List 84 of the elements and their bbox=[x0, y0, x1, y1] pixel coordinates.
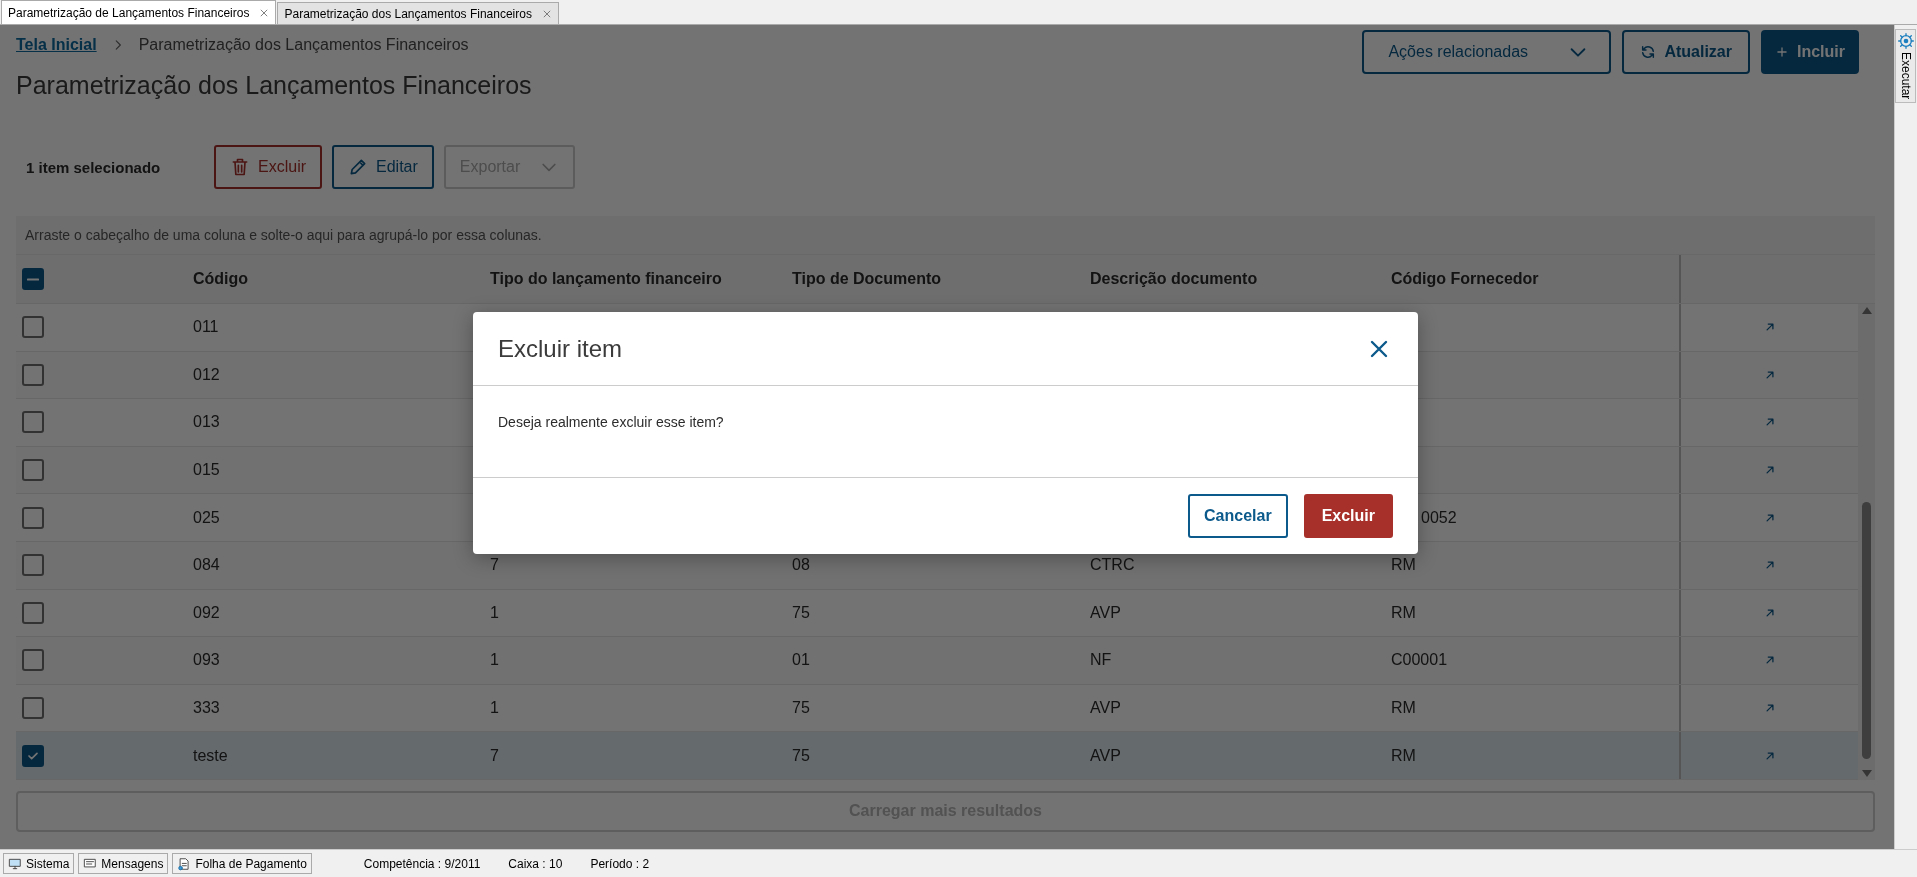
refresh-button[interactable]: Atualizar bbox=[1622, 30, 1750, 74]
breadcrumb-current: Parametrização dos Lançamentos Financeiros bbox=[138, 36, 469, 54]
table-cell: 75 bbox=[792, 603, 810, 621]
row-checkbox[interactable] bbox=[22, 601, 44, 624]
close-icon bbox=[259, 7, 270, 18]
table-cell: RM bbox=[1391, 603, 1416, 621]
table-cell: AVP bbox=[1090, 603, 1121, 621]
status-field: Caixa : 10 bbox=[508, 856, 563, 871]
group-by-hint: Arraste o cabeçalho de uma coluna e solte-o aqui para agrupá-lo por essa colunas. bbox=[16, 216, 1875, 255]
table-cell: CTRC bbox=[1090, 556, 1135, 574]
table-cell: 01 bbox=[792, 651, 810, 669]
table-cell: 1 bbox=[490, 651, 499, 669]
table-cell: RM bbox=[1391, 556, 1416, 574]
table-cell: 0052 bbox=[1421, 508, 1457, 526]
cancel-button[interactable]: Cancelar bbox=[1188, 494, 1288, 538]
table-cell: 084 bbox=[193, 556, 220, 574]
payroll-button[interactable]: Folha de Pagamento bbox=[172, 853, 312, 874]
table-cell: NF bbox=[1090, 651, 1112, 669]
tab[interactable]: Parametrização de Lançamentos Financeiros bbox=[1, 0, 277, 24]
gear-icon bbox=[1897, 33, 1914, 49]
table-cell: 08 bbox=[792, 556, 810, 574]
column-header[interactable]: Tipo do lançamento financeiro bbox=[490, 270, 722, 288]
selection-count: 1 item selecionado bbox=[26, 158, 162, 176]
refresh-icon bbox=[1640, 44, 1657, 60]
table-cell: AVP bbox=[1090, 746, 1121, 764]
close-icon bbox=[541, 8, 552, 19]
document-icon bbox=[177, 856, 192, 871]
status-field: Competência : 9/2011 bbox=[363, 856, 481, 871]
column-header[interactable]: Código bbox=[193, 270, 249, 288]
table-cell: AVP bbox=[1090, 699, 1121, 717]
select-all-checkbox[interactable] bbox=[22, 268, 44, 290]
row-checkbox[interactable] bbox=[22, 697, 44, 720]
row-checkbox[interactable] bbox=[22, 744, 44, 767]
row-checkbox[interactable] bbox=[22, 554, 44, 577]
tab[interactable]: Parametrização dos Lançamentos Financeiros bbox=[277, 2, 559, 24]
confirm-delete-button[interactable]: Excluir bbox=[1303, 494, 1393, 538]
table-cell: 7 bbox=[490, 746, 499, 764]
add-button[interactable]: Incluir bbox=[1761, 30, 1859, 74]
run-button[interactable]: Executar bbox=[1895, 29, 1916, 104]
column-header[interactable]: Código Fornecedor bbox=[1391, 270, 1539, 288]
column-header[interactable]: Descrição documento bbox=[1090, 270, 1258, 288]
table-cell: 7 bbox=[490, 556, 499, 574]
table-cell: 025 bbox=[193, 508, 220, 526]
table-cell: 015 bbox=[193, 461, 220, 479]
table-cell: 333 bbox=[193, 699, 220, 717]
scrollbar-thumb[interactable] bbox=[1862, 502, 1871, 759]
row-checkbox[interactable] bbox=[22, 506, 44, 529]
table-cell: 092 bbox=[193, 603, 220, 621]
table-cell: 012 bbox=[193, 365, 220, 383]
row-checkbox[interactable] bbox=[22, 459, 44, 482]
monitor-icon bbox=[8, 856, 22, 871]
system-button[interactable]: Sistema bbox=[3, 853, 75, 874]
table-cell: RM bbox=[1391, 746, 1416, 764]
table-cell: 1 bbox=[490, 699, 499, 717]
row-checkbox[interactable] bbox=[22, 316, 44, 339]
scroll-down-icon[interactable] bbox=[1861, 769, 1872, 777]
breadcrumb-link[interactable]: Tela Inicial bbox=[16, 36, 97, 54]
table-cell: C00001 bbox=[1391, 651, 1448, 669]
row-checkbox[interactable] bbox=[22, 649, 44, 672]
table-cell: 75 bbox=[792, 699, 810, 717]
column-header[interactable]: Tipo de Documento bbox=[792, 270, 942, 288]
row-checkbox[interactable] bbox=[22, 363, 44, 386]
page-title: Parametrização dos Lançamentos Financeiros bbox=[15, 70, 532, 100]
plus-icon bbox=[1775, 45, 1789, 59]
edit-button[interactable]: Editar bbox=[332, 145, 434, 189]
delete-button[interactable]: Excluir bbox=[214, 145, 322, 189]
trash-icon bbox=[230, 157, 250, 177]
dialog-message: Deseja realmente excluir esse item? bbox=[498, 414, 724, 430]
status-field: Período : 2 bbox=[590, 856, 650, 871]
table-cell: teste bbox=[193, 746, 228, 764]
scroll-up-icon[interactable] bbox=[1861, 307, 1872, 314]
table-cell: 1 bbox=[490, 603, 499, 621]
minus-icon bbox=[27, 277, 39, 281]
message-icon bbox=[83, 856, 98, 871]
table-cell: 75 bbox=[792, 746, 810, 764]
dialog-title: Excluir item bbox=[498, 334, 623, 363]
table-cell: 011 bbox=[193, 318, 219, 336]
table-cell: 093 bbox=[193, 651, 220, 669]
table-cell: RM bbox=[1391, 699, 1416, 717]
related-actions-dropdown[interactable]: Ações relacionadas bbox=[1362, 30, 1612, 74]
row-checkbox[interactable] bbox=[22, 411, 44, 434]
messages-button[interactable]: Mensagens bbox=[78, 853, 169, 874]
table-cell: 013 bbox=[193, 413, 220, 431]
pencil-icon bbox=[348, 157, 368, 177]
